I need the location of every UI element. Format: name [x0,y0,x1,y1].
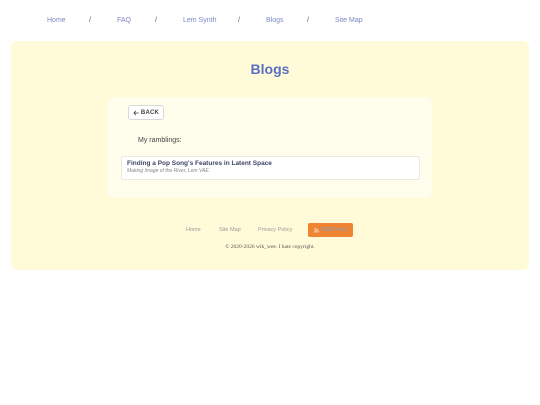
blog-list-card: BACK My ramblings: Finding a Pop Song's … [108,97,432,198]
nav-link-blogs[interactable]: Blogs [266,16,284,26]
footer-link-site-map[interactable]: Site Map [219,223,241,237]
footer-link-privacy-policy[interactable]: Privacy Policy [258,223,292,237]
footer-separator: · [247,227,249,233]
footer-separator: · [298,227,300,233]
footer-links: Home · Site Map · Privacy Policy · RSS F… [11,223,529,237]
nav-link-lem-synth[interactable]: Lem Synth [183,16,216,26]
main-content: Blogs BACK My ramblings: Finding a Pop S… [11,41,529,270]
nav-link-faq[interactable]: FAQ [117,16,131,26]
nav-link-home[interactable]: Home [47,16,66,26]
footer-link-home[interactable]: Home [186,223,201,237]
arrow-left-icon [133,110,139,115]
rss-icon [314,227,319,233]
section-heading: My ramblings: [138,137,182,144]
top-navigation: Home / FAQ / Lem Synth / Blogs / Site Ma… [0,16,540,28]
nav-separator: / [155,17,157,24]
nav-separator: / [238,17,240,24]
nav-link-site-map[interactable]: Site Map [335,16,363,26]
rss-feed-label: RSS Feed [321,227,347,233]
copyright-notice: © 2020-2026 wik_wee. I hate copyright. [11,244,529,250]
copyright-icon: © [225,244,230,250]
footer-separator: · [208,227,210,233]
back-button-label: BACK [140,109,160,116]
rss-feed-button[interactable]: RSS Feed [308,223,353,237]
copyright-text: 2020-2026 wik_wee. I hate copyright. [230,244,315,250]
nav-separator: / [307,17,309,24]
nav-separator: / [89,17,91,24]
blog-post-title: Finding a Pop Song's Features in Latent … [127,160,272,167]
blog-post-item[interactable]: Finding a Pop Song's Features in Latent … [121,156,420,180]
back-button[interactable]: BACK [128,105,164,120]
blog-post-subtitle: Making Image of the River, Lem VAE. [127,168,211,174]
page-title: Blogs [250,61,290,77]
